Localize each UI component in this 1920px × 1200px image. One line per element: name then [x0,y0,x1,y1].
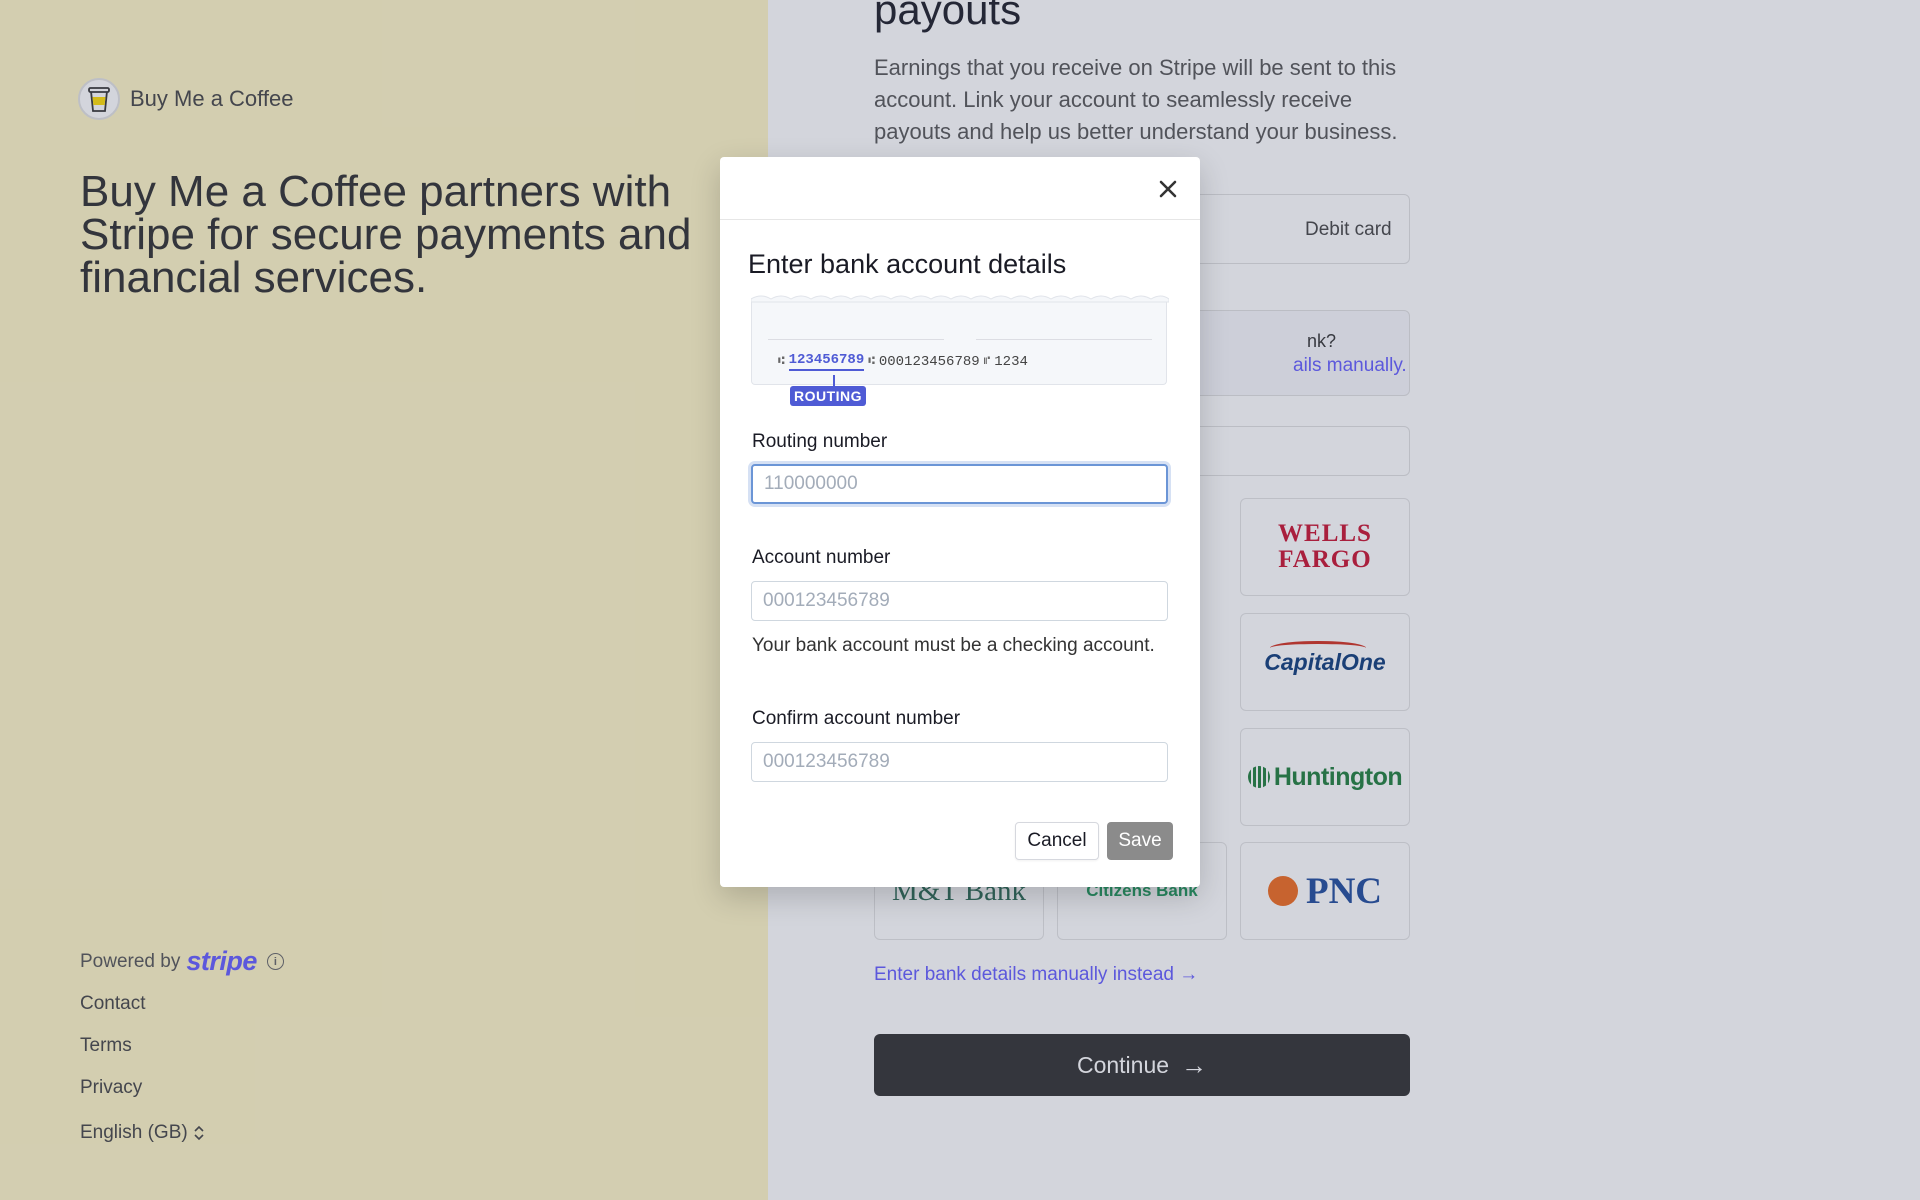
save-button[interactable]: Save [1107,822,1173,860]
check-routing-number: 123456789 [788,352,865,371]
check-torn-edge [751,295,1169,303]
cancel-button[interactable]: Cancel [1015,822,1099,860]
check-memo-line [976,339,1152,340]
micr-transit-icon: ⑆ [778,355,785,368]
confirm-account-input[interactable] [751,742,1168,782]
routing-number-label: Routing number [752,431,888,452]
micr-onus-icon: ⑈ [983,355,991,368]
micr-transit-icon: ⑆ [868,355,875,368]
modal-title: Enter bank account details [748,249,1067,279]
check-signature-line [768,339,944,340]
close-icon[interactable] [1152,173,1184,205]
check-micr-line: ⑆ 123456789 ⑆ 000123456789 ⑈ 1234 [774,352,1028,371]
check-number: 1234 [994,353,1028,370]
confirm-account-label: Confirm account number [752,708,961,729]
routing-tag: ROUTING [790,386,867,406]
account-help-text: Your bank account must be a checking acc… [752,635,1155,656]
bank-details-modal: Enter bank account details ⑆ 123456789 ⑆… [720,157,1200,887]
routing-number-input[interactable] [751,464,1168,504]
check-account-number: 000123456789 [878,353,980,370]
account-number-input[interactable] [751,581,1168,621]
check-illustration: ⑆ 123456789 ⑆ 000123456789 ⑈ 1234 [751,295,1169,387]
account-number-label: Account number [752,547,891,568]
modal-divider [720,219,1200,220]
